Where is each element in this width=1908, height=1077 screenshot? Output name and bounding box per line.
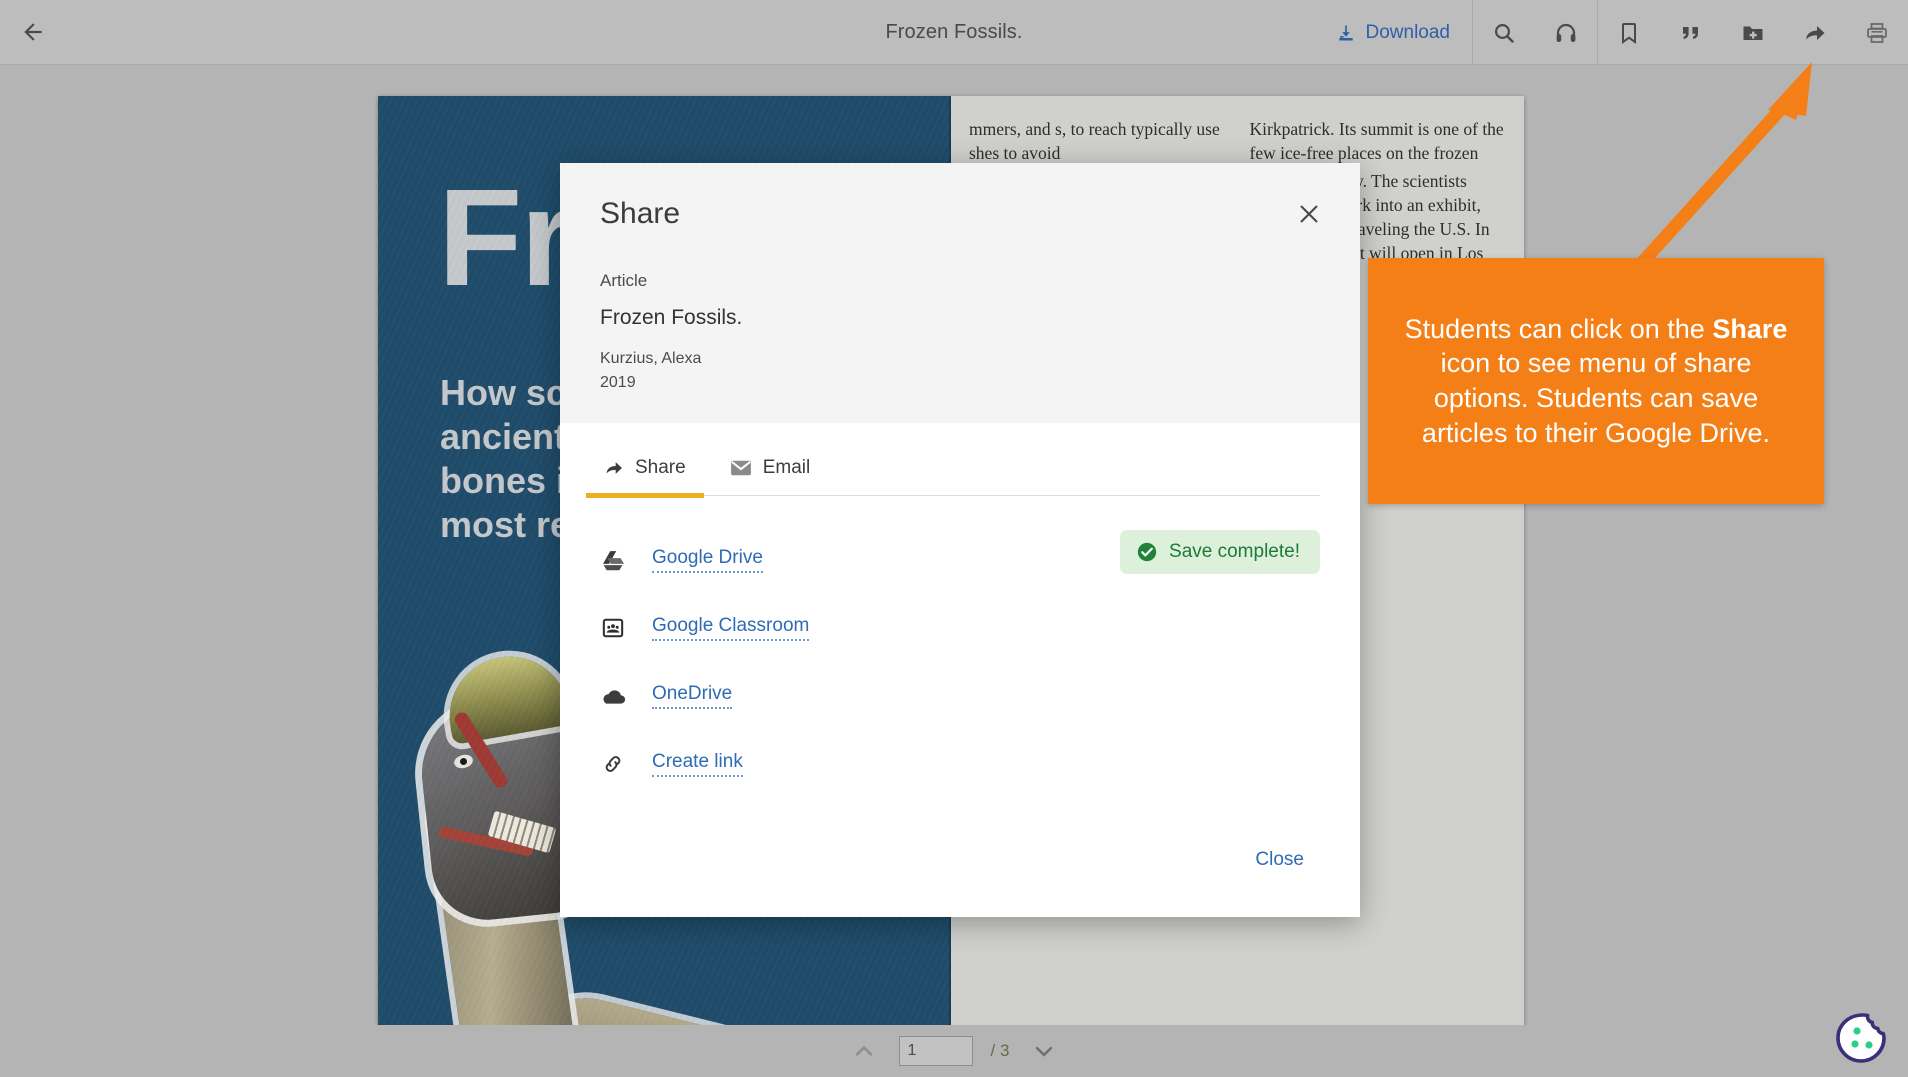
callout-text-before: Students can click on the xyxy=(1404,313,1713,344)
download-icon xyxy=(1338,25,1353,40)
quote-icon xyxy=(1683,26,1698,39)
toolbar-group-actions xyxy=(1598,0,1908,65)
share-dialog-body: Share Email Save complete! Google Drive … xyxy=(560,423,1360,839)
callout-bold-word: Share xyxy=(1712,313,1788,344)
annotation-callout: Students can click on the Share icon to … xyxy=(1368,258,1824,504)
download-label: Download xyxy=(1365,21,1451,43)
status-badge: Save complete! xyxy=(1120,530,1320,574)
close-button[interactable]: Close xyxy=(1239,839,1320,881)
previous-page-button[interactable] xyxy=(847,1034,881,1068)
google-drive-icon xyxy=(600,550,626,571)
cover-headline: Fr xyxy=(438,161,574,315)
cookie-icon xyxy=(1836,1013,1886,1063)
share-dialog-title: Share xyxy=(600,197,681,230)
tab-email-label: Email xyxy=(762,457,811,478)
search-icon xyxy=(1494,23,1514,43)
toolbar-group-tools xyxy=(1473,0,1598,65)
item-year: 2019 xyxy=(600,374,636,391)
list-item[interactable]: Create link xyxy=(600,730,1320,798)
cite-icon-button[interactable] xyxy=(1660,0,1722,65)
google-classroom-icon xyxy=(600,617,626,639)
add-to-folder-icon xyxy=(1743,26,1763,40)
item-type-label: Article xyxy=(600,271,648,290)
share-google-drive-link[interactable]: Google Drive xyxy=(652,547,763,573)
item-title: Frozen Fossils. xyxy=(600,306,743,329)
top-toolbar: Frozen Fossils. Download xyxy=(0,0,1908,65)
toolbar-actions: Download xyxy=(1318,0,1908,65)
envelope-icon xyxy=(730,460,751,476)
listen-icon-button[interactable] xyxy=(1535,0,1597,65)
tab-share[interactable]: Share xyxy=(586,449,704,498)
pagination-bar: / 3 xyxy=(0,1025,1908,1077)
share-dialog: Share Article Frozen Fossils. Kurzius, A… xyxy=(560,163,1360,917)
share-create-link[interactable]: Create link xyxy=(652,751,743,777)
annotation-callout-text: Students can click on the Share icon to … xyxy=(1390,312,1802,450)
cookie-settings-button[interactable] xyxy=(1832,1007,1894,1069)
bookmark-icon-button[interactable] xyxy=(1598,0,1660,65)
download-button[interactable]: Download xyxy=(1318,0,1473,65)
item-author: Kurzius, Alexa xyxy=(600,350,702,367)
next-page-button[interactable] xyxy=(1027,1034,1061,1068)
share-onedrive-link[interactable]: OneDrive xyxy=(652,683,733,709)
status-badge-label: Save complete! xyxy=(1169,541,1300,562)
share-dialog-header: Share Article Frozen Fossils. Kurzius, A… xyxy=(560,163,1360,423)
share-google-classroom-link[interactable]: Google Classroom xyxy=(652,615,810,641)
back-arrow-icon xyxy=(24,23,42,41)
search-icon-button[interactable] xyxy=(1473,0,1535,65)
list-item[interactable]: OneDrive xyxy=(600,662,1320,730)
share-dialog-footer: Close xyxy=(560,839,1360,917)
onedrive-icon xyxy=(600,687,626,705)
print-icon xyxy=(1867,22,1887,43)
print-icon-button[interactable] xyxy=(1846,0,1908,65)
share-icon-button[interactable] xyxy=(1784,0,1846,65)
chevron-up-icon xyxy=(855,1045,872,1056)
page-number-input[interactable] xyxy=(898,1036,973,1066)
add-to-folder-icon-button[interactable] xyxy=(1722,0,1784,65)
share-dialog-tabs: Share Email xyxy=(586,423,1320,498)
share-arrow-icon xyxy=(606,462,622,474)
tab-email[interactable]: Email xyxy=(726,449,815,495)
callout-text-after: icon to see menu of share options. Stude… xyxy=(1421,348,1771,448)
close-icon xyxy=(1300,205,1318,223)
tab-share-label: Share xyxy=(635,457,686,478)
app-root: Frozen Fossils. Download Fr How sc ancie… xyxy=(0,0,1908,1077)
page-total-label: / 3 xyxy=(990,1041,1010,1060)
headphones-icon xyxy=(1556,23,1576,42)
check-circle-icon xyxy=(1137,542,1157,562)
back-button[interactable] xyxy=(0,0,66,65)
bookmark-icon xyxy=(1622,22,1636,44)
share-arrow-icon xyxy=(1806,25,1825,40)
link-icon xyxy=(600,752,626,776)
chevron-down-icon xyxy=(1036,1046,1053,1057)
list-item[interactable]: Google Classroom xyxy=(600,594,1320,662)
close-icon-button[interactable] xyxy=(1292,197,1326,231)
